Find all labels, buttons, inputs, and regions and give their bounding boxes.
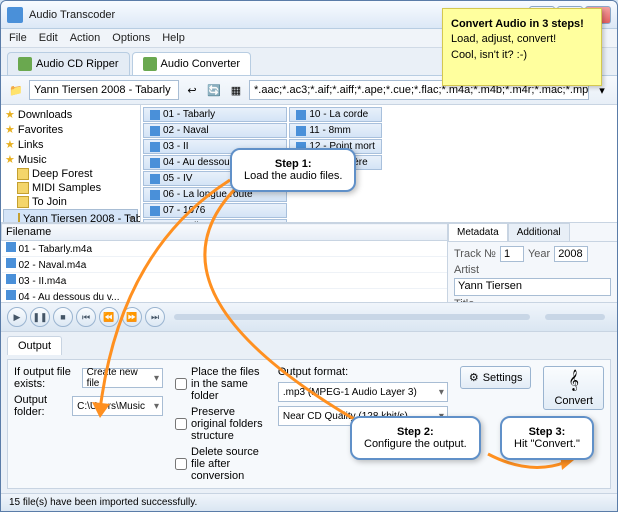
view-icon[interactable]: ▦ (227, 81, 245, 99)
file-item[interactable]: 01 - Tabarly (143, 107, 287, 122)
treble-clef-icon: 𝄞 (568, 370, 579, 391)
delete-checkbox[interactable]: Delete source file after conversion (175, 446, 266, 482)
converter-icon (143, 57, 157, 71)
menu-file[interactable]: File (9, 32, 27, 44)
folder-dropdown[interactable]: C:\Users\Music (72, 396, 163, 416)
rewind-button[interactable]: ⏪ (99, 307, 119, 327)
pause-button[interactable]: ❚❚ (30, 307, 50, 327)
artist-label: Artist (454, 264, 611, 276)
track-label: Track № (454, 248, 496, 260)
tree-item[interactable]: Deep Forest (3, 167, 138, 181)
column-header[interactable]: Filename (2, 224, 448, 241)
artist-field[interactable]: Yann Tiersen (454, 278, 611, 296)
track-grid[interactable]: Filename#ArtistTitleAlbumYearGenreCompos… (1, 223, 447, 302)
same-folder-checkbox[interactable]: Place the files in the same folder (175, 366, 266, 402)
folder-label: Output folder: (14, 394, 66, 418)
track-field[interactable]: 1 (500, 246, 524, 262)
preserve-checkbox[interactable]: Preserve original folders structure (175, 406, 266, 442)
metadata-panel: Metadata Additional Track № 1 Year 2008 Art… (447, 223, 617, 302)
convert-button[interactable]: 𝄞Convert (543, 366, 604, 410)
format-dropdown[interactable]: .mp3 (MPEG-1 Audio Layer 3) (278, 382, 448, 402)
menu-options[interactable]: Options (112, 32, 150, 44)
file-item[interactable]: 08 - Yello (143, 219, 287, 222)
play-button[interactable]: ▶ (7, 307, 27, 327)
folder-icon[interactable]: 📁 (7, 81, 25, 99)
up-folder-icon[interactable]: ↩ (183, 81, 201, 99)
table-row[interactable]: 04 - Au dessous du v...4Yann TiersenAu-D… (2, 289, 448, 303)
gear-icon: ⚙ (469, 371, 479, 384)
menu-action[interactable]: Action (70, 32, 101, 44)
tab-audio-converter[interactable]: Audio Converter (132, 52, 252, 75)
cd-icon (18, 57, 32, 71)
app-icon (7, 7, 23, 23)
tab-metadata[interactable]: Metadata (448, 223, 508, 241)
tree-item[interactable]: ★Music (3, 152, 138, 167)
file-item[interactable]: 02 - Naval (143, 123, 287, 138)
prev-button[interactable]: ⏮ (76, 307, 96, 327)
folder-tree[interactable]: ★Downloads★Favorites★Links★MusicDeep For… (1, 105, 141, 222)
callout-step2: Step 2:Configure the output. (350, 416, 481, 460)
year-field[interactable]: 2008 (554, 246, 588, 262)
year-label: Year (528, 248, 550, 260)
exists-label: If output file exists: (14, 366, 76, 390)
tree-item[interactable]: ★Downloads (3, 107, 138, 122)
tab-additional[interactable]: Additional (508, 223, 570, 241)
exists-dropdown[interactable]: Create new file (82, 368, 163, 388)
status-bar: 15 file(s) have been imported successful… (1, 493, 617, 511)
forward-button[interactable]: ⏩ (122, 307, 142, 327)
tree-item[interactable]: ★Favorites (3, 122, 138, 137)
tree-item[interactable]: Yann Tiersen 2008 - Tabarly (3, 209, 138, 222)
next-button[interactable]: ⏭ (145, 307, 165, 327)
tree-item[interactable]: MIDI Samples (3, 181, 138, 195)
path-dropdown[interactable]: Yann Tiersen 2008 - Tabarly (29, 80, 179, 100)
stop-button[interactable]: ■ (53, 307, 73, 327)
menu-edit[interactable]: Edit (39, 32, 58, 44)
format-label: Output format: (278, 366, 448, 378)
file-item[interactable]: 07 - 1976 (143, 203, 287, 218)
output-tab[interactable]: Output (7, 336, 62, 355)
table-row[interactable]: 03 - II.m4a3Yann TiersenIITabarly2008Cla… (2, 273, 448, 289)
callout-step1: Step 1:Load the audio files. (230, 148, 356, 192)
progress-slider[interactable] (174, 314, 530, 320)
sticky-note: Convert Audio in 3 steps! Load, adjust, … (442, 8, 602, 86)
table-row[interactable]: 02 - Naval.m4a2Yann TiersenNavalTabarly2… (2, 257, 448, 273)
volume-slider[interactable] (545, 314, 605, 320)
table-row[interactable]: 01 - Tabarly.m4a1Yann TiersenTabarlyTaba… (2, 241, 448, 257)
tree-item[interactable]: ★Links (3, 137, 138, 152)
settings-button[interactable]: ⚙Settings (460, 366, 532, 389)
tab-cd-ripper[interactable]: Audio CD Ripper (7, 52, 130, 75)
callout-step3: Step 3:Hit "Convert." (500, 416, 594, 460)
file-list[interactable]: 01 - Tabarly02 - Naval03 - II04 - Au des… (141, 105, 617, 222)
player-bar: ▶ ❚❚ ■ ⏮ ⏪ ⏩ ⏭ (1, 303, 617, 332)
file-item[interactable]: 10 - La corde (289, 107, 382, 122)
file-item[interactable]: 11 - 8mm (289, 123, 382, 138)
menu-help[interactable]: Help (162, 32, 185, 44)
tree-item[interactable]: To Join (3, 195, 138, 209)
refresh-icon[interactable]: 🔄 (205, 81, 223, 99)
